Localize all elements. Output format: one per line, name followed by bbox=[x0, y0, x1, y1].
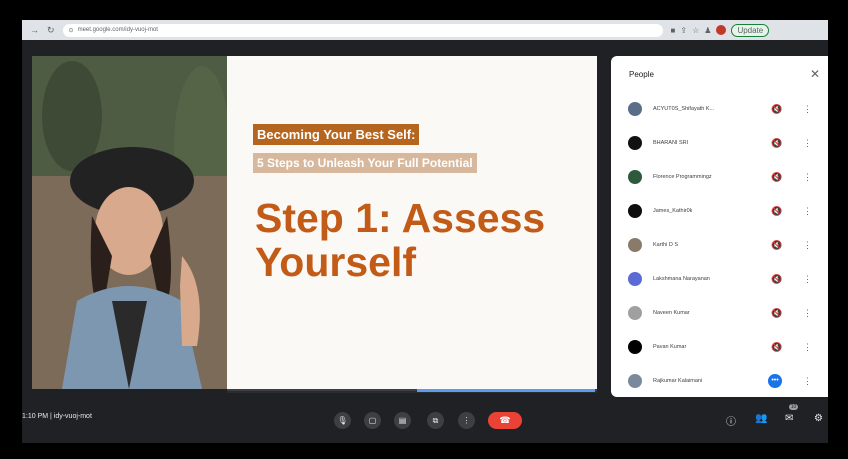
close-icon[interactable]: ✕ bbox=[810, 67, 820, 81]
mic-off-icon[interactable]: 🔇 bbox=[771, 342, 782, 353]
participant-name: Karthi D S bbox=[653, 242, 679, 248]
people-count-badge: 10 bbox=[789, 404, 798, 410]
avatar bbox=[628, 170, 642, 184]
mic-off-icon[interactable]: 🔇 bbox=[771, 138, 782, 149]
avatar bbox=[628, 272, 642, 286]
participant-row[interactable]: Karthi D S 🔇 ⋮ bbox=[611, 228, 828, 262]
microphone-icon: 🎙 bbox=[337, 416, 348, 425]
more-vert-icon[interactable]: ⋮ bbox=[803, 104, 812, 115]
captions-button[interactable]: ▤ bbox=[394, 412, 411, 429]
captions-icon: ▤ bbox=[398, 416, 407, 425]
tile-divider bbox=[227, 389, 597, 393]
participant-name: ACYUT0S_Shifayath K... bbox=[653, 106, 715, 112]
profile-avatar[interactable] bbox=[716, 25, 727, 35]
participant-row[interactable]: ACYUT0S_Shifayath K... 🔇 ⋮ bbox=[611, 92, 828, 126]
avatar bbox=[628, 136, 642, 150]
camera-indicator-icon[interactable]: ■ bbox=[671, 26, 676, 35]
chat-icon[interactable]: ✉ bbox=[785, 413, 793, 424]
avatar bbox=[628, 238, 642, 252]
participant-row[interactable]: Rajkumar Kalaimani ••• ⋮ bbox=[611, 364, 828, 398]
more-vert-icon[interactable]: ⋮ bbox=[803, 138, 812, 149]
more-vert-icon[interactable]: ⋮ bbox=[803, 342, 812, 353]
participant-row[interactable]: Florence Programmingz 🔇 ⋮ bbox=[611, 160, 828, 194]
participant-name: Florence Programmingz bbox=[653, 174, 712, 180]
microphone-button[interactable]: 🎙 bbox=[334, 412, 351, 429]
participant-name: BHARANI SRI bbox=[653, 140, 689, 146]
participant-name: Naveen Kumar bbox=[653, 310, 690, 316]
participant-name: Lakshmana Narayanan bbox=[653, 276, 710, 282]
presenter-image bbox=[32, 56, 227, 389]
more-options-button[interactable]: ⋮ bbox=[458, 412, 475, 429]
participant-row[interactable]: Lakshmana Narayanan 🔇 ⋮ bbox=[611, 262, 828, 296]
mic-off-icon[interactable]: 🔇 bbox=[771, 206, 782, 217]
meeting-details-icon[interactable]: ⓘ bbox=[726, 413, 736, 428]
more-vert-icon[interactable]: ⋮ bbox=[803, 206, 812, 217]
participant-row[interactable]: BHARANI SRI 🔇 ⋮ bbox=[611, 126, 828, 160]
share-icon[interactable]: ⇪ bbox=[680, 26, 687, 35]
site-info-icon[interactable]: ⊙ bbox=[69, 27, 74, 34]
more-vert-icon[interactable]: ⋮ bbox=[803, 240, 812, 251]
avatar bbox=[628, 102, 642, 116]
slide-title: Step 1: Assess Yourself bbox=[255, 195, 546, 285]
present-icon: ⧉ bbox=[432, 416, 439, 425]
speaking-indicator-icon: ••• bbox=[768, 374, 782, 388]
avatar bbox=[628, 374, 642, 388]
meet-window: → ↻ ⊙ meet.google.com/idy-vuoj-mot ■ ⇪ ☆… bbox=[22, 20, 828, 443]
participant-name: Pavan Kumar bbox=[653, 344, 687, 350]
call-controls-bar: 1:10 PM | idy-vuoj-mot 🎙 ▢ ▤ ⧉ ⋮ ☎ ⓘ 10 … bbox=[22, 397, 828, 443]
participant-name: Rajkumar Kalaimani bbox=[653, 378, 703, 384]
participant-row[interactable]: Naveen Kumar 🔇 ⋮ bbox=[611, 296, 828, 330]
more-vert-icon[interactable]: ⋮ bbox=[803, 274, 812, 285]
more-vert-icon: ⋮ bbox=[462, 416, 471, 425]
more-vert-icon[interactable]: ⋮ bbox=[803, 172, 812, 183]
forward-icon[interactable]: → bbox=[30, 25, 39, 35]
active-tile-indicator bbox=[417, 389, 595, 392]
avatar bbox=[628, 204, 642, 218]
participant-row[interactable]: Pavan Kumar 🔇 ⋮ bbox=[611, 330, 828, 364]
present-button[interactable]: ⧉ bbox=[427, 412, 444, 429]
slide-subtitle-2: 5 Steps to Unleash Your Full Potential bbox=[253, 153, 477, 173]
meeting-info: 1:10 PM | idy-vuoj-mot bbox=[22, 413, 92, 420]
presentation-slide: Becoming Your Best Self: 5 Steps to Unle… bbox=[227, 56, 597, 389]
mic-off-icon[interactable]: 🔇 bbox=[771, 240, 782, 251]
presenter-video bbox=[32, 56, 227, 389]
star-icon[interactable]: ☆ bbox=[692, 26, 699, 35]
camera-button[interactable]: ▢ bbox=[364, 412, 381, 429]
update-button[interactable]: Update bbox=[731, 23, 770, 37]
url-text: meet.google.com/idy-vuoj-mot bbox=[77, 27, 158, 33]
avatar bbox=[628, 340, 642, 354]
activities-icon[interactable]: ⚙ bbox=[814, 413, 823, 424]
more-vert-icon[interactable]: ⋮ bbox=[803, 376, 812, 387]
leave-call-button[interactable]: ☎ bbox=[488, 412, 522, 429]
mic-off-icon[interactable]: 🔇 bbox=[771, 308, 782, 319]
people-icon[interactable]: 👥 bbox=[755, 413, 767, 424]
participant-name: James_Kathir0k bbox=[653, 208, 693, 214]
mic-off-icon[interactable]: 🔇 bbox=[771, 172, 782, 183]
people-panel: People ✕ ACYUT0S_Shifayath K... 🔇 ⋮ BHARANI… bbox=[611, 56, 828, 397]
extensions-icon[interactable]: ♟ bbox=[704, 26, 711, 35]
panel-title: People bbox=[629, 69, 654, 79]
reload-icon[interactable]: ↻ bbox=[47, 25, 55, 36]
participant-row[interactable]: James_Kathir0k 🔇 ⋮ bbox=[611, 194, 828, 228]
phone-hangup-icon: ☎ bbox=[499, 415, 511, 425]
address-bar[interactable]: ⊙ meet.google.com/idy-vuoj-mot bbox=[62, 23, 663, 37]
mic-off-icon[interactable]: 🔇 bbox=[771, 274, 782, 285]
avatar bbox=[628, 306, 642, 320]
camera-icon: ▢ bbox=[368, 416, 377, 425]
participant-list: ACYUT0S_Shifayath K... 🔇 ⋮ BHARANI SRI 🔇 ⋮ Flo… bbox=[611, 92, 828, 398]
more-vert-icon[interactable]: ⋮ bbox=[803, 308, 812, 319]
browser-toolbar: → ↻ ⊙ meet.google.com/idy-vuoj-mot ■ ⇪ ☆… bbox=[22, 20, 828, 40]
slide-subtitle-1: Becoming Your Best Self: bbox=[253, 124, 420, 145]
mic-off-icon[interactable]: 🔇 bbox=[771, 104, 782, 115]
